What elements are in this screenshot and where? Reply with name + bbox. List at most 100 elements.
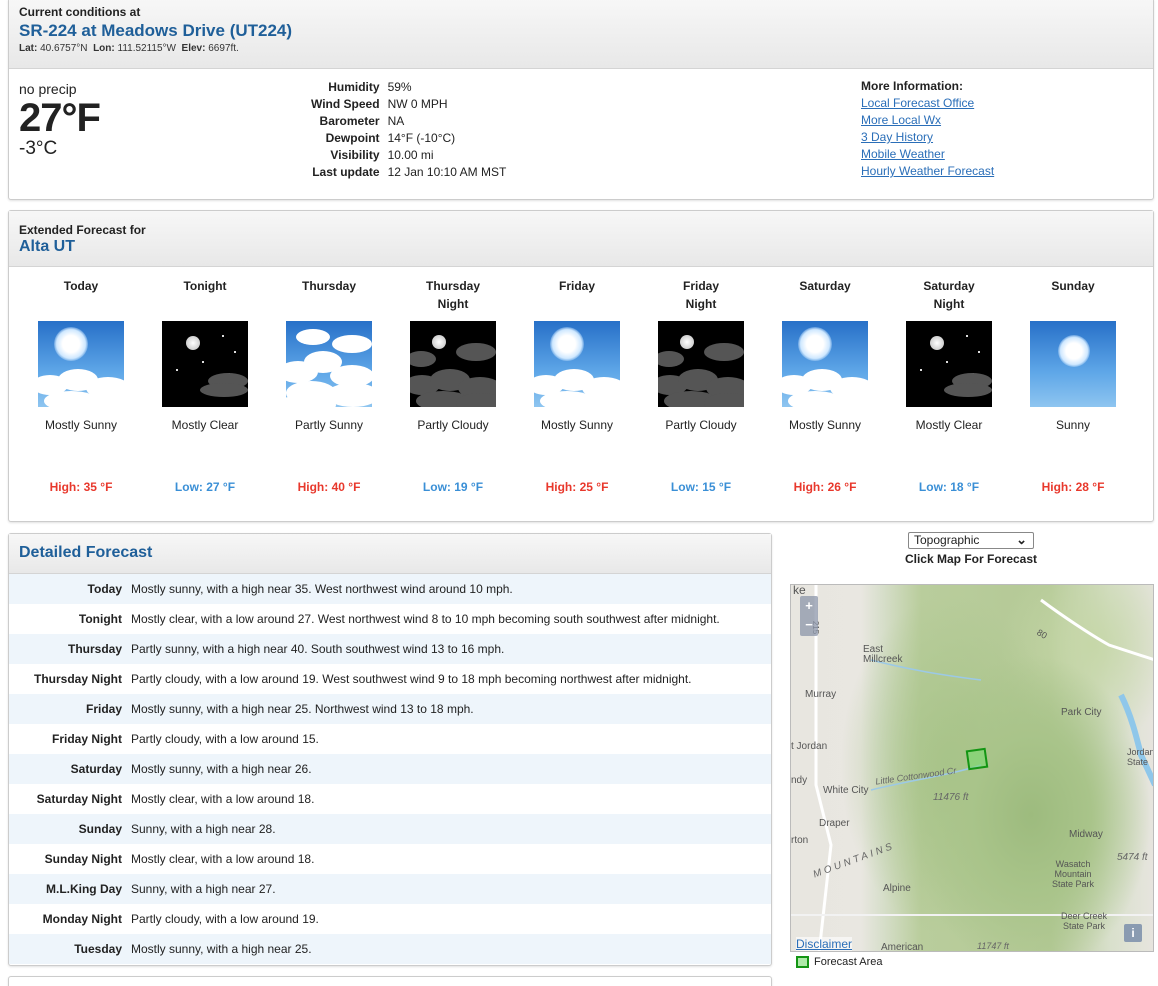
map-label: ndy — [791, 775, 808, 786]
detailed-period-label: Thursday — [67, 642, 122, 656]
mostly-clear-night-icon — [162, 321, 248, 407]
next-panel-edge — [8, 976, 772, 986]
detailed-period-label: Friday — [85, 702, 122, 716]
period-name: Sunday — [1011, 277, 1135, 321]
period-temperature: Low: 19 °F — [422, 480, 484, 494]
detailed-forecast-row: M.L.King Day Sunny, with a high near 27. — [9, 874, 771, 904]
detailed-period-label: Saturday Night — [36, 792, 122, 806]
period-name-line2: Night — [437, 297, 469, 311]
period-temperature: Low: 18 °F — [918, 480, 980, 494]
detail-row: Barometer NA — [309, 113, 508, 130]
map-label: Deer Creek State Park — [1060, 911, 1107, 931]
detailed-period-text: Partly cloudy, with a low around 19. — [131, 912, 319, 926]
map-label: Wasatch Mountain State Park — [1051, 859, 1095, 889]
period-description: Mostly Clear — [171, 418, 239, 432]
detailed-forecast-row: Sunday Sunny, with a high near 28. — [9, 814, 771, 844]
forecast-location: Alta UT — [19, 238, 75, 255]
current-conditions-heading: Current conditions at — [19, 5, 141, 19]
map-label: rton — [791, 835, 809, 846]
detailed-forecast-row: Tonight Mostly clear, with a low around 2… — [9, 604, 771, 634]
forecast-period[interactable]: Thursday Partly Sunny High: 40 °F — [267, 277, 391, 494]
detailed-period-label: Saturday — [70, 762, 122, 776]
forecast-period[interactable]: Tonight Mostly Clear Low: 27 °F — [143, 277, 267, 494]
detailed-period-text: Mostly clear, with a low around 27. West… — [131, 612, 720, 626]
partly-sunny-icon — [286, 321, 372, 407]
current-temp-f: 27°F — [19, 96, 101, 140]
detailed-forecast-row: Saturday Night Mostly clear, with a low a… — [9, 784, 771, 814]
partly-cloudy-night-icon — [658, 321, 744, 407]
forecast-period[interactable]: Saturday Night Mostly Clear Low: 18 °F — [887, 277, 1011, 494]
forecast-period[interactable]: Thursday Night Partly Cloudy Low: 19 °F — [391, 277, 515, 494]
current-details-table: Humidity 59% Wind Speed NW 0 MPH Barometer NA… — [309, 79, 508, 181]
map-label: Jordanelle State — [1127, 747, 1153, 767]
period-name-line1: Tonight — [183, 279, 227, 293]
detailed-period-text: Mostly clear, with a low around 18. — [131, 792, 315, 806]
station-coords: Lat: 40.6757°N Lon: 111.52115°W Elev: 66… — [19, 43, 1143, 54]
more-info-heading: More Information: — [861, 79, 963, 93]
link-3-day-history[interactable]: 3 Day History — [861, 129, 994, 146]
period-name-line2: Night — [685, 297, 717, 311]
detailed-period-label: Monday Night — [42, 912, 122, 926]
detailed-forecast-panel: Detailed Forecast Today Mostly sunny, wit… — [8, 533, 772, 966]
forecast-period[interactable]: Saturday Mostly Sunny High: 26 °F — [763, 277, 887, 494]
link-hourly-weather-forecast[interactable]: Hourly Weather Forecast — [861, 163, 994, 180]
period-description: Sunny — [1055, 418, 1091, 432]
detail-label: Humidity — [328, 79, 380, 94]
more-information: More Information: Local Forecast Office … — [861, 79, 994, 180]
highway-80 — [1040, 598, 1153, 661]
detailed-forecast-row: Today Mostly sunny, with a high near 35. … — [9, 574, 771, 604]
mostly-sunny-icon — [38, 321, 124, 407]
period-name-line1: Saturday — [799, 279, 851, 293]
forecast-period[interactable]: Sunday Sunny High: 28 °F — [1011, 277, 1135, 494]
detailed-forecast-header: Detailed Forecast — [9, 534, 771, 574]
map-label: White City — [823, 785, 869, 796]
map-disclaimer-link[interactable]: Disclaimer — [796, 937, 853, 951]
highway-215 — [814, 585, 833, 951]
detailed-forecast-row: Thursday Night Partly cloudy, with a low … — [9, 664, 771, 694]
detailed-forecast-list: Today Mostly sunny, with a high near 35. … — [9, 574, 771, 964]
forecast-periods: Today Mostly Sunny High: 35 °F Tonight Mostl… — [19, 277, 1135, 494]
period-name-line1: Saturday — [923, 279, 975, 293]
info-icon[interactable]: i — [1124, 924, 1142, 942]
map-layer-value: Topographic — [914, 533, 980, 547]
period-description: Mostly Sunny — [44, 418, 118, 432]
mostly-sunny-icon — [782, 321, 868, 407]
period-name-line1: Thursday — [425, 279, 480, 293]
detail-value: NA — [387, 113, 405, 128]
period-name-line1: Friday — [558, 279, 595, 293]
detailed-period-label: Today — [87, 582, 122, 596]
current-temp-block: no precip 27°F -3°C — [19, 81, 101, 159]
detailed-period-text: Sunny, with a high near 27. — [131, 882, 276, 896]
zoom-out-button[interactable]: − — [800, 615, 818, 634]
map-label: Draper — [819, 818, 850, 829]
forecast-area-swatch — [796, 956, 809, 968]
forecast-period[interactable]: Friday Mostly Sunny High: 25 °F — [515, 277, 639, 494]
reservoir — [1118, 693, 1153, 787]
detailed-forecast-row: Thursday Partly sunny, with a high near 4… — [9, 634, 771, 664]
lat-label: Lat: — [19, 43, 38, 54]
period-name: Friday Night — [639, 277, 763, 321]
period-description: Mostly Sunny — [788, 418, 862, 432]
map-label: Park City — [1061, 707, 1102, 718]
period-temperature: Low: 27 °F — [174, 480, 236, 494]
map-label: 11747 ft — [977, 941, 1009, 951]
map-layer-select[interactable]: Topographic ⌄ — [908, 532, 1034, 549]
detail-value: 14°F (-10°C) — [387, 130, 456, 145]
detailed-period-text: Mostly sunny, with a high near 25. North… — [131, 702, 474, 716]
link-more-local-wx[interactable]: More Local Wx — [861, 112, 994, 129]
zoom-in-button[interactable]: + — [800, 596, 818, 615]
forecast-period[interactable]: Friday Night Partly Cloudy Low: 15 °F — [639, 277, 763, 494]
period-name-line1: Sunday — [1051, 279, 1095, 293]
period-name: Tonight — [143, 277, 267, 321]
current-temp-c: -3°C — [19, 138, 58, 159]
lon-value: 111.52115°W — [117, 43, 176, 54]
map-label: Midway — [1069, 829, 1103, 840]
link-local-forecast-office[interactable]: Local Forecast Office — [861, 95, 994, 112]
period-temperature: High: 28 °F — [1041, 480, 1105, 494]
map-label: East Millcreek — [863, 644, 903, 665]
partly-cloudy-night-icon — [410, 321, 496, 407]
forecast-period[interactable]: Today Mostly Sunny High: 35 °F — [19, 277, 143, 494]
detailed-period-text: Partly cloudy, with a low around 19. Wes… — [131, 672, 692, 686]
link-mobile-weather[interactable]: Mobile Weather — [861, 146, 994, 163]
period-description: Partly Cloudy — [665, 418, 737, 432]
